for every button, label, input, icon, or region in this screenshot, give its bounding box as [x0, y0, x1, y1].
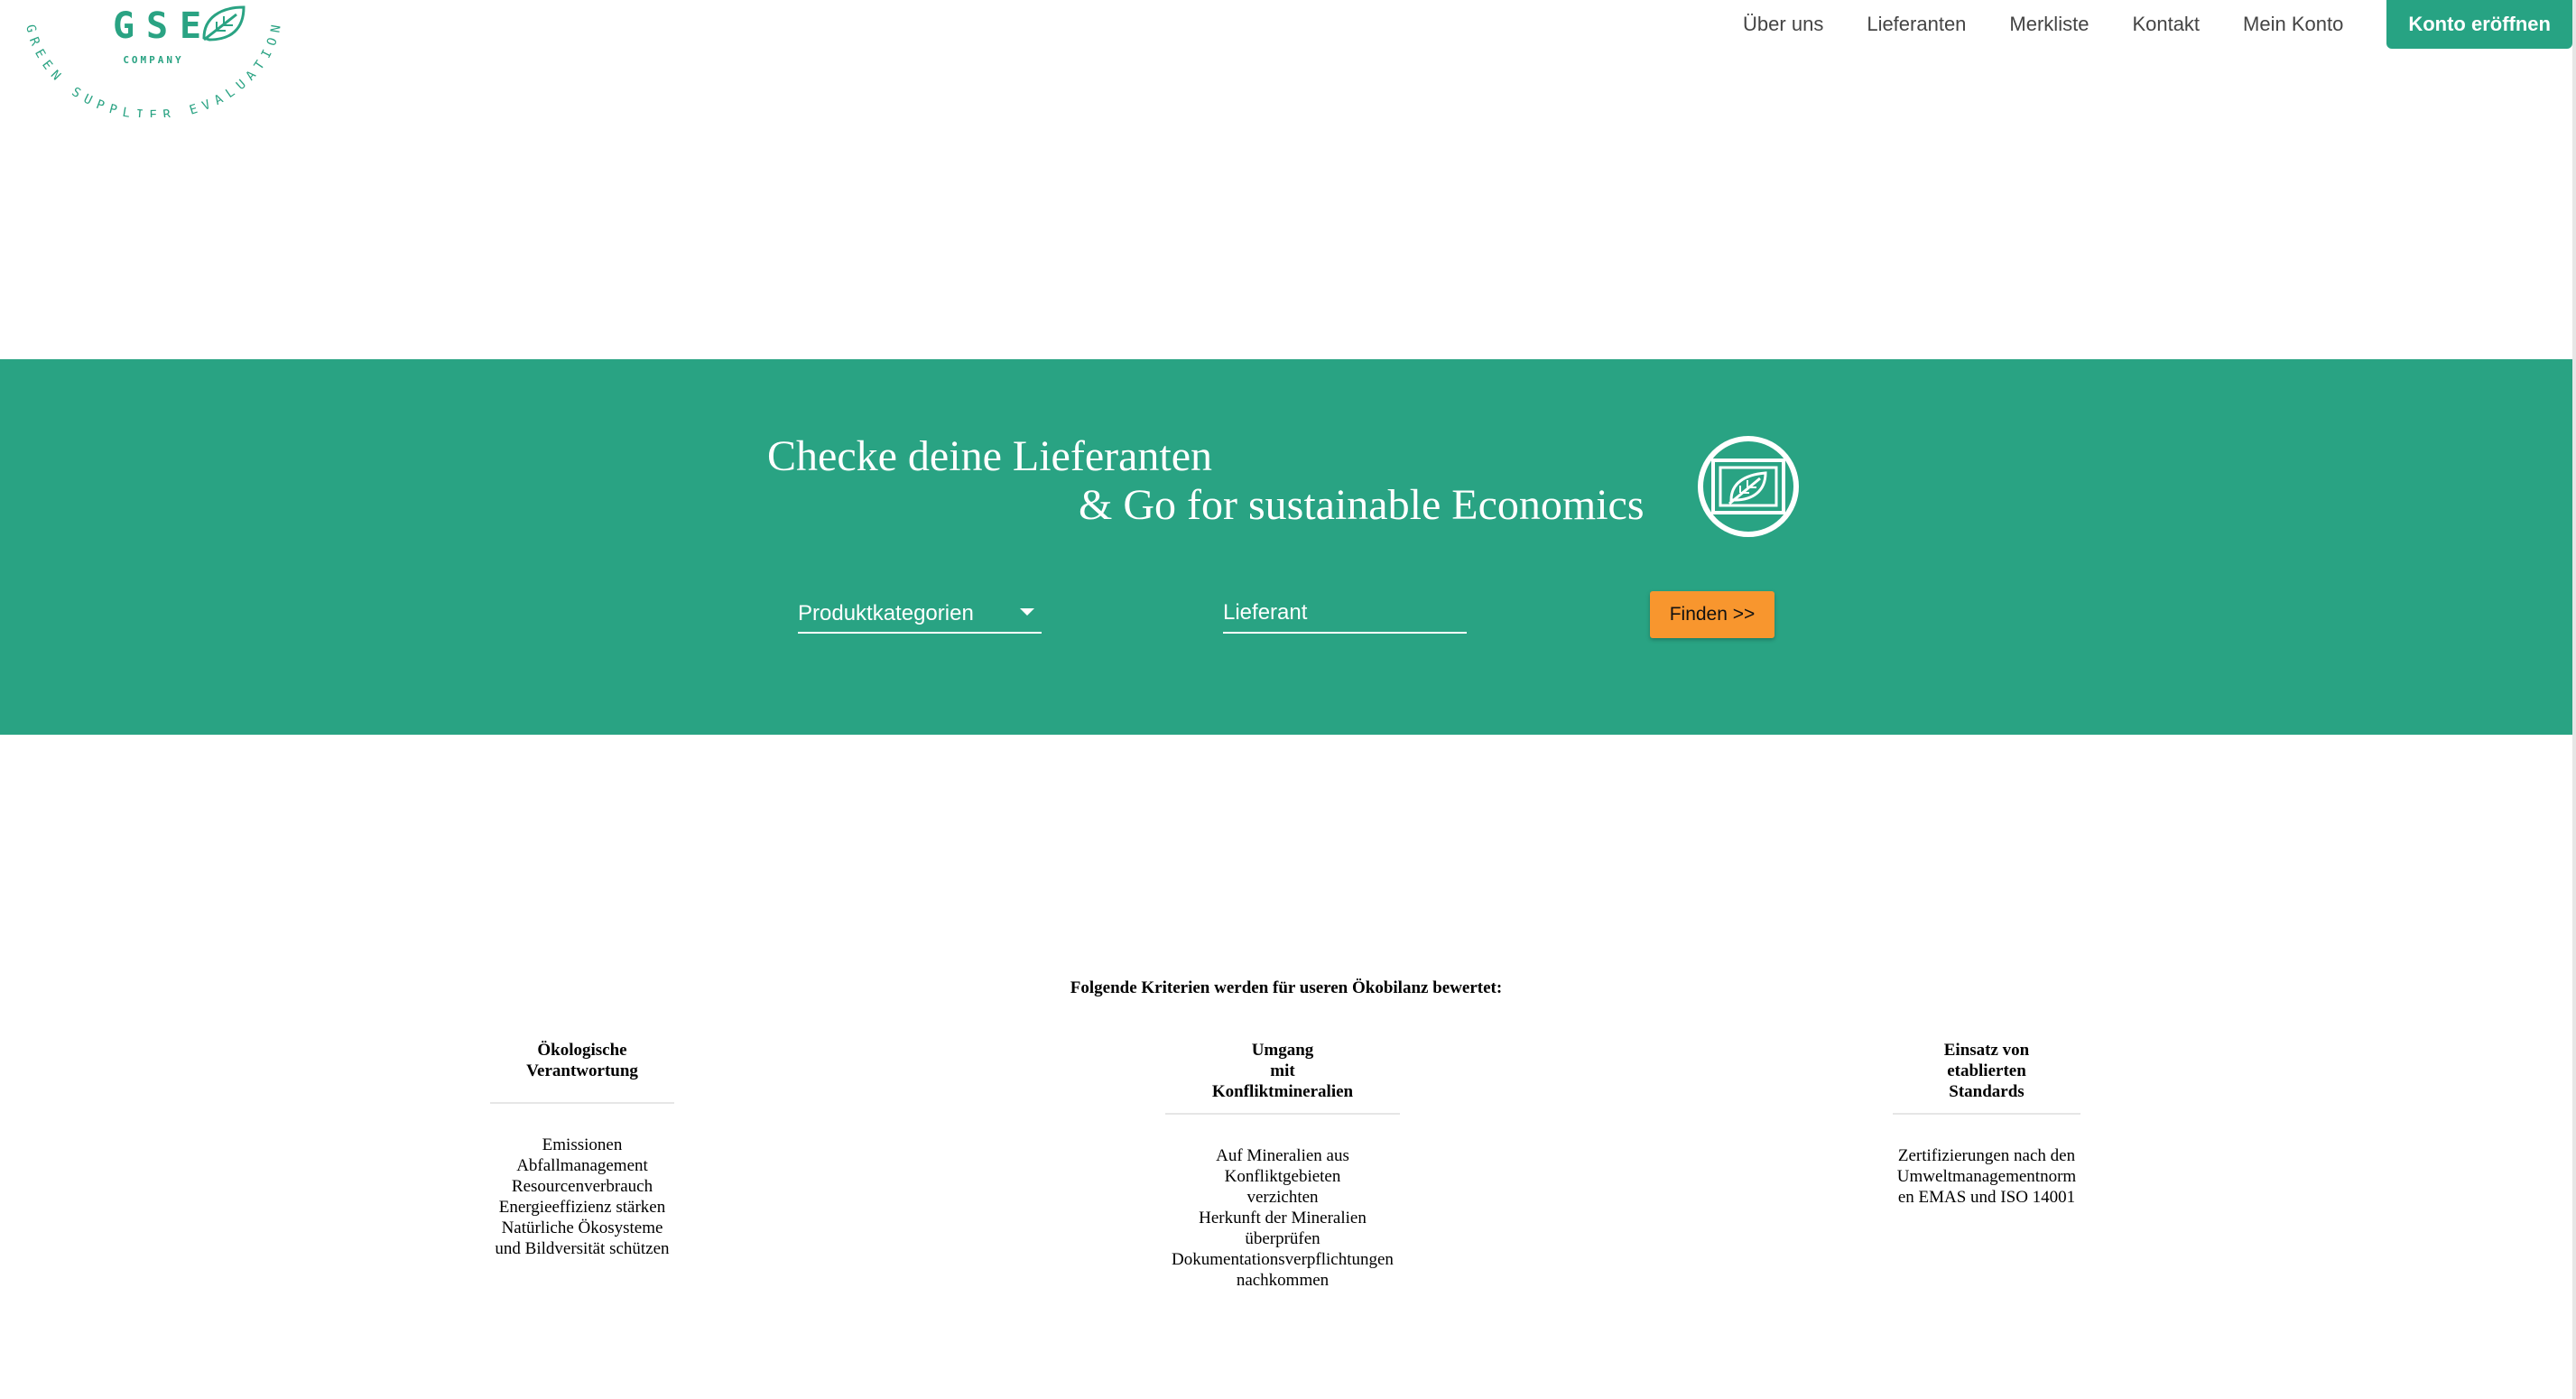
nav-item-merkliste[interactable]: Merkliste [2009, 13, 2089, 36]
product-category-select[interactable]: Produktkategorien [798, 594, 1042, 634]
scrollbar-track[interactable] [2572, 0, 2576, 1399]
logo-letter-s: S [146, 5, 168, 47]
criteria-column-conflict-minerals: Umgang mit Konfliktmineralien Auf Minera… [1164, 1040, 1401, 1291]
logo-letter-g: G [113, 5, 134, 47]
criteria-items: Auf Mineralien aus Konfliktgebieten verz… [1164, 1145, 1401, 1291]
nav-item-mein-konto[interactable]: Mein Konto [2243, 13, 2343, 36]
criteria-title: Folgende Kriterien werden für useren Öko… [1070, 978, 1503, 997]
criteria-heading-line: Einsatz von [1943, 1041, 2030, 1060]
hero-search-band: Checke deine Lieferanten & Go for sustai… [0, 359, 2572, 735]
criteria-item: Emissionen [542, 1135, 623, 1154]
criteria-item: verzichten [1246, 1188, 1319, 1207]
criteria-item: Zertifizierungen nach den [1897, 1146, 2076, 1165]
criteria-item: Konfliktgebieten [1224, 1167, 1341, 1186]
supplier-field [1223, 594, 1467, 634]
divider [1165, 1113, 1400, 1115]
criteria-heading-line: Standards [1949, 1082, 2025, 1101]
chevron-down-icon [1020, 608, 1034, 616]
criteria-item: Umweltmanagementnorm [1896, 1167, 2077, 1186]
nav-item-kontakt[interactable]: Kontakt [2132, 13, 2200, 36]
criteria-items: Emissionen Abfallmanagement Resourcenver… [489, 1135, 675, 1259]
criteria-heading: Ökologische Verantwortung [489, 1040, 675, 1102]
divider [1893, 1113, 2080, 1115]
criteria-heading: Einsatz von etablierten Standards [1892, 1040, 2081, 1102]
hero-headline-line1: Checke deine Lieferanten [767, 432, 1213, 480]
criteria-heading-line: Umgang [1251, 1041, 1314, 1060]
criteria-item: überprüfen [1245, 1229, 1320, 1248]
leaf-icon [202, 5, 246, 42]
hero-headline-line2: & Go for sustainable Economics [1079, 481, 1645, 529]
criteria-heading-line: etablierten [1947, 1061, 2026, 1080]
criteria-heading: Umgang mit Konfliktmineralien [1164, 1040, 1401, 1102]
criteria-column-standards: Einsatz von etablierten Standards Zertif… [1892, 1040, 2081, 1208]
nav-item-ueber-uns[interactable]: Über uns [1743, 13, 1823, 36]
find-button[interactable]: Finden >> [1650, 591, 1774, 638]
criteria-heading-line: mit [1270, 1061, 1295, 1080]
criteria-item: Auf Mineralien aus [1216, 1146, 1349, 1165]
criteria-heading-line: Konfliktmineralien [1211, 1082, 1354, 1101]
criteria-item: Resourcenverbrauch [511, 1177, 653, 1196]
criteria-heading-line: Verantwortung [526, 1061, 638, 1080]
logo-company-text: COMPANY [123, 54, 183, 66]
criteria-column-ecological: Ökologische Verantwortung Emissionen Abf… [489, 1040, 675, 1259]
criteria-items: Zertifizierungen nach den Umweltmanageme… [1892, 1145, 2081, 1208]
criteria-item: Abfallmanagement [516, 1156, 648, 1175]
supplier-input[interactable] [1223, 598, 1467, 628]
leaf-frame-icon [1698, 436, 1799, 537]
product-category-label: Produktkategorien [798, 601, 974, 625]
criteria-item: Herkunft der Mineralien [1199, 1209, 1367, 1228]
criteria-item: en EMAS und ISO 14001 [1897, 1188, 2076, 1207]
criteria-item: Natürliche Ökosysteme [501, 1218, 663, 1237]
criteria-item: nachkommen [1236, 1271, 1330, 1290]
logo-letter-e: E [180, 5, 201, 47]
criteria-item: Energieeffizienz stärken [498, 1198, 666, 1217]
open-account-button[interactable]: Konto eröffnen [2386, 0, 2572, 49]
main-nav: Über uns Lieferanten Merkliste Kontakt M… [1743, 0, 2572, 49]
divider [490, 1102, 674, 1104]
criteria-item: Dokumentationsverpflichtungen [1172, 1250, 1394, 1269]
nav-item-lieferanten[interactable]: Lieferanten [1867, 13, 1966, 36]
criteria-heading-line: Ökologische [537, 1041, 627, 1060]
criteria-item: und Bildversität schützen [495, 1239, 670, 1258]
gse-logo-graphic: G S E COMPANY GREEN SUPPLIER EVALUATION [23, 5, 279, 117]
logo[interactable]: G S E COMPANY GREEN SUPPLIER EVALUATION [18, 0, 289, 117]
